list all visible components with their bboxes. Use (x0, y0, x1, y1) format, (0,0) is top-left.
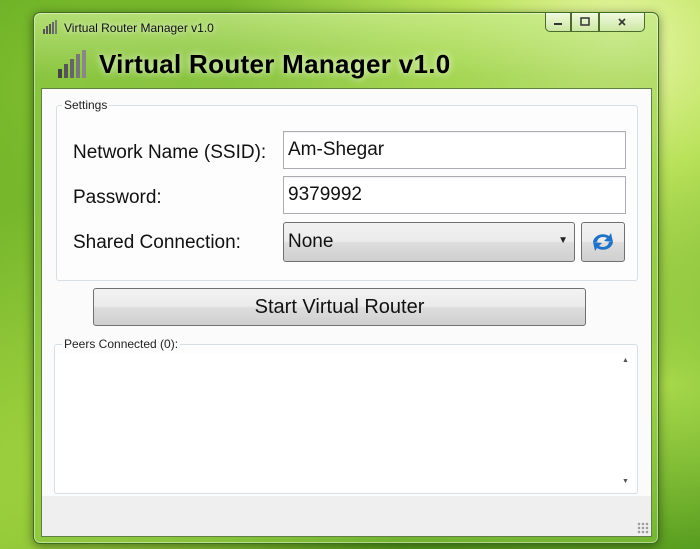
refresh-arrows-icon (593, 233, 613, 251)
scroll-down-icon[interactable]: ▼ (622, 478, 629, 485)
shared-connection-label: Shared Connection: (73, 232, 241, 253)
resize-grip[interactable] (637, 522, 649, 534)
peers-group-label: Peers Connected (0): (62, 337, 181, 351)
refresh-button[interactable] (581, 222, 625, 262)
shared-connection-select[interactable]: None ▼ (283, 222, 575, 262)
close-button[interactable] (599, 13, 645, 32)
status-strip (42, 496, 651, 536)
header-title: Virtual Router Manager v1.0 (99, 49, 451, 79)
peers-scrollbar[interactable]: ▲ ▼ (619, 355, 633, 487)
maximize-icon (580, 17, 590, 26)
window-title: Virtual Router Manager v1.0 (64, 21, 214, 35)
router-signal-icon (58, 50, 86, 78)
password-label: Password: (73, 187, 162, 208)
minimize-icon (554, 23, 562, 25)
network-name-label: Network Name (SSID): (73, 142, 267, 163)
minimize-button[interactable] (545, 13, 571, 32)
app-icon (43, 20, 57, 34)
settings-group-label: Settings (62, 98, 110, 112)
close-icon (618, 18, 626, 26)
password-input[interactable] (283, 176, 626, 214)
peers-list[interactable]: ▲ ▼ (55, 353, 635, 491)
shared-connection-value: None (288, 231, 334, 252)
maximize-button[interactable] (571, 13, 599, 32)
scroll-up-icon[interactable]: ▲ (622, 357, 629, 364)
start-router-button[interactable]: Start Virtual Router (93, 288, 586, 326)
chevron-down-icon: ▼ (558, 235, 568, 246)
caption-buttons (545, 13, 645, 33)
network-name-input[interactable] (283, 131, 626, 169)
